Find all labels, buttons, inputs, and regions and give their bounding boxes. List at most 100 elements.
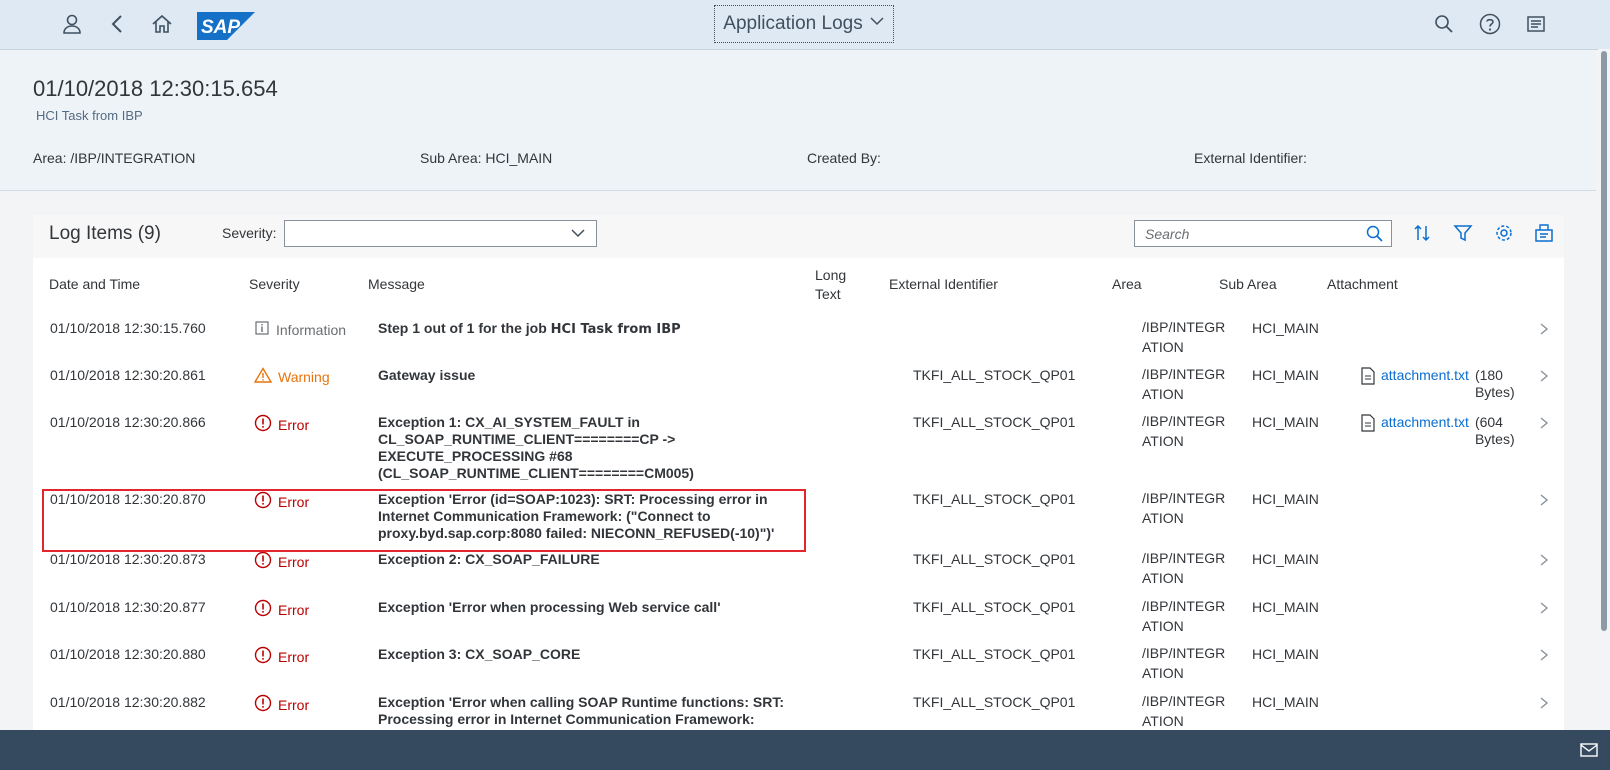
sap-logo[interactable]: SAP [197, 12, 255, 40]
page-title: 01/10/2018 12:30:15.654 [33, 76, 278, 101]
chevron-right-icon[interactable] [1539, 601, 1549, 619]
column-date-time[interactable]: Date and Time [49, 276, 140, 292]
search-input[interactable]: Search [1134, 220, 1392, 247]
table-title: Log Items (9) [49, 223, 161, 244]
table-row[interactable]: 01/10/2018 12:30:15.760 Information Step 1… [33, 310, 1564, 358]
chevron-right-icon[interactable] [1539, 696, 1549, 714]
row-severity: Error [254, 694, 309, 716]
row-sub-area: HCI_MAIN [1252, 367, 1319, 383]
row-date: 01/10/2018 12:30:20.870 [50, 491, 206, 507]
row-sub-area: HCI_MAIN [1252, 551, 1319, 567]
row-date: 01/10/2018 12:30:20.877 [50, 599, 206, 615]
attribute-sub-area: Sub Area: HCI_MAIN [420, 150, 553, 166]
page-subtitle: HCI Task from IBP [36, 108, 143, 123]
column-area[interactable]: Area [1112, 276, 1142, 292]
help-icon[interactable] [1478, 12, 1502, 36]
row-sub-area: HCI_MAIN [1252, 694, 1319, 710]
chevron-right-icon[interactable] [1539, 648, 1549, 666]
scrollbar-thumb[interactable] [1601, 51, 1607, 631]
app-title-menu[interactable]: Application Logs [714, 5, 894, 43]
row-area: /IBP/INTEGR ATION [1142, 550, 1226, 586]
attachment-link[interactable]: attachment.txt [1381, 414, 1469, 448]
chevron-right-icon[interactable] [1539, 322, 1549, 340]
row-message: Exception 1: CX_AI_SYSTEM_FAULT in CL_SO… [378, 414, 694, 481]
error-icon [254, 599, 272, 621]
chevron-right-icon[interactable] [1539, 416, 1549, 434]
mail-icon[interactable] [1580, 742, 1598, 763]
row-date: 01/10/2018 12:30:20.866 [50, 414, 206, 430]
error-icon [254, 694, 272, 716]
column-long-text[interactable]: Long Text [815, 266, 846, 304]
severity-label: Severity: [222, 225, 277, 241]
attachment-size: (180 Bytes) [1474, 367, 1515, 400]
search-icon[interactable] [1365, 224, 1385, 249]
column-sub-area[interactable]: Sub Area [1219, 276, 1277, 292]
row-area: /IBP/INTEGR ATION [1142, 490, 1226, 526]
export-icon[interactable] [1531, 220, 1557, 246]
object-header: 01/10/2018 12:30:15.654 HCI Task from IB… [0, 50, 1596, 191]
row-severity: Information [254, 320, 346, 340]
vertical-scrollbar[interactable] [1598, 49, 1610, 730]
chevron-down-icon [869, 13, 885, 35]
row-area: /IBP/INTEGR ATION [1142, 366, 1226, 402]
row-date: 01/10/2018 12:30:20.861 [50, 367, 206, 383]
row-external-identifier: TKFI_ALL_STOCK_QP01 [913, 694, 1076, 710]
user-icon[interactable] [60, 12, 84, 36]
home-icon[interactable] [150, 12, 174, 36]
column-message[interactable]: Message [368, 276, 425, 292]
row-date: 01/10/2018 12:30:15.760 [50, 320, 206, 336]
search-icon[interactable] [1432, 12, 1456, 36]
attribute-area: Area: /IBP/INTEGRATION [33, 150, 196, 166]
warning-icon [253, 367, 273, 387]
notifications-icon[interactable] [1524, 12, 1548, 36]
row-date: 01/10/2018 12:30:20.880 [50, 646, 206, 662]
settings-gear-icon[interactable] [1491, 220, 1517, 246]
chevron-down-icon [570, 225, 586, 246]
row-message-job: HCI Task from IBP [550, 322, 681, 337]
error-icon [254, 551, 272, 573]
document-icon [1361, 367, 1375, 401]
row-severity: Error [254, 599, 309, 621]
row-sub-area: HCI_MAIN [1252, 599, 1319, 615]
chevron-right-icon[interactable] [1539, 369, 1549, 387]
sort-icon[interactable] [1409, 220, 1435, 246]
column-attachment[interactable]: Attachment [1327, 276, 1398, 292]
row-sub-area: HCI_MAIN [1252, 414, 1319, 430]
row-message: Exception 'Error when calling SOAP Runti… [378, 694, 785, 727]
shell-bar: SAP Application Logs [0, 0, 1610, 50]
table-row[interactable]: 01/10/2018 12:30:20.880 Error Exception 3:… [33, 636, 1564, 685]
row-message: Exception 'Error when processing Web ser… [378, 599, 721, 615]
severity-select[interactable] [284, 220, 597, 247]
table-row[interactable]: 01/10/2018 12:30:20.861 Warning Gateway is… [33, 357, 1564, 405]
table-row[interactable]: 01/10/2018 12:30:20.882 Error Exception 'E… [33, 684, 1564, 735]
table-row[interactable]: 01/10/2018 12:30:20.873 Error Exception 2:… [33, 541, 1564, 590]
attribute-external-identifier: External Identifier: [1194, 150, 1307, 166]
row-area: /IBP/INTEGR ATION [1142, 598, 1226, 634]
row-attachment: attachment.txt (604 Bytes) [1361, 414, 1525, 448]
app-title: Application Logs [723, 13, 863, 34]
table-row[interactable]: 01/10/2018 12:30:20.866 Error Exception 1:… [33, 404, 1564, 482]
row-sub-area: HCI_MAIN [1252, 646, 1319, 662]
row-external-identifier: TKFI_ALL_STOCK_QP01 [913, 414, 1076, 430]
table-header: Date and Time Severity Message Long Text … [33, 258, 1564, 311]
column-severity[interactable]: Severity [249, 276, 300, 292]
row-area: /IBP/INTEGR ATION [1142, 645, 1226, 681]
row-severity: Error [254, 491, 309, 513]
row-external-identifier: TKFI_ALL_STOCK_QP01 [913, 367, 1076, 383]
table-row[interactable]: 01/10/2018 12:30:20.870 Error Exception 'E… [33, 481, 1564, 542]
table-row[interactable]: 01/10/2018 12:30:20.877 Error Exception 'E… [33, 589, 1564, 637]
back-icon[interactable] [106, 12, 130, 36]
chevron-right-icon[interactable] [1539, 493, 1549, 511]
row-sub-area: HCI_MAIN [1252, 320, 1319, 336]
row-external-identifier: TKFI_ALL_STOCK_QP01 [913, 551, 1076, 567]
row-severity: Error [254, 646, 309, 668]
error-icon [254, 414, 272, 436]
chevron-right-icon[interactable] [1539, 553, 1549, 571]
attachment-link[interactable]: attachment.txt [1381, 367, 1469, 401]
column-external-identifier[interactable]: External Identifier [889, 276, 998, 292]
information-icon [254, 320, 270, 340]
row-external-identifier: TKFI_ALL_STOCK_QP01 [913, 491, 1076, 507]
error-icon [254, 491, 272, 513]
filter-icon[interactable] [1450, 220, 1476, 246]
row-message: Exception 3: CX_SOAP_CORE [378, 646, 581, 662]
